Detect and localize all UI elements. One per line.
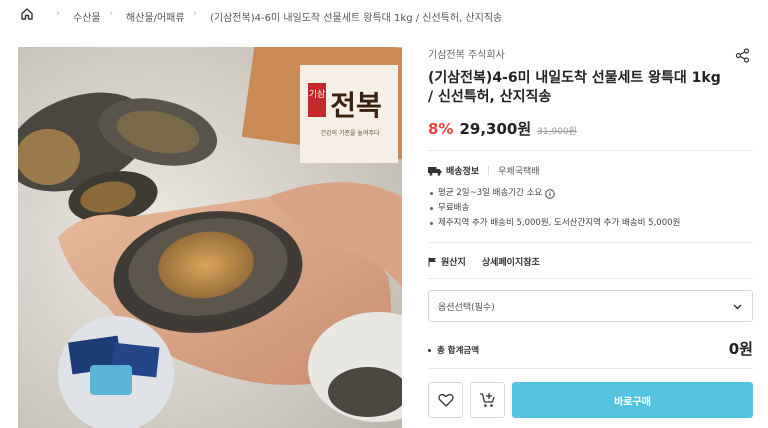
breadcrumb-chevron-icon: › [56, 8, 60, 19]
bullet [428, 348, 431, 352]
breadcrumb-chevron-icon: › [193, 8, 197, 19]
shipping-info: 배송정보 | 우체국택배 [428, 164, 540, 177]
breadcrumb-item-category[interactable]: 수산물 [73, 9, 101, 24]
heart-icon [437, 393, 454, 407]
shipping-label: 배송정보 [446, 167, 480, 177]
divider [428, 150, 753, 151]
list-item: 무료배송 [430, 201, 680, 216]
share-icon[interactable] [735, 48, 750, 63]
origin-info: 원산지 상세페이지참조 [428, 255, 540, 268]
list-item: 제주지역 추가 배송비 5,000원, 도서산간지역 추가 배송비 5,000원 [430, 216, 680, 231]
shipping-carrier: 우체국택배 [498, 167, 540, 177]
option-placeholder: 옵션선택(필수) [438, 302, 495, 313]
add-to-cart-button[interactable] [470, 382, 505, 418]
breadcrumb: › 수산물 › 해산물/어패류 › (기삼전복)4-6미 내일도착 선물세트 왕… [0, 0, 768, 28]
origin-value: 상세페이지참조 [481, 258, 540, 268]
total-value: 0원 [728, 340, 753, 358]
bullet [430, 222, 433, 225]
logo-small-text: 기삼 [309, 89, 326, 100]
seller-name[interactable]: 기삼전복 주식회사 [428, 46, 505, 61]
info-icon[interactable] [545, 188, 556, 199]
price-row: 8% 29,300원 31,900원 [428, 118, 577, 139]
total-row: 총 합계금액 0원 [428, 338, 753, 362]
divider [428, 278, 753, 279]
brand-logo: 기삼 전복 건강의 기준을 높여주다 [300, 65, 398, 163]
breadcrumb-item-subcategory[interactable]: 해산물/어패류 [126, 9, 185, 24]
buy-now-button[interactable]: 바로구매 [512, 382, 753, 418]
shipping-detail: 무료배송 [438, 203, 470, 213]
breadcrumb-item-product: (기삼전복)4-6미 내일도착 선물세트 왕특대 1kg / 신선특허, 산지직… [210, 13, 503, 24]
total-label: 총 합계금액 [437, 346, 480, 356]
sale-price: 29,300원 [459, 120, 532, 138]
shipping-detail: 제주지역 추가 배송비 5,000원, 도서산간지역 추가 배송비 5,000원 [438, 218, 681, 228]
cart-plus-icon [480, 393, 495, 407]
logo-tagline: 건강의 기준을 높여주다 [320, 129, 379, 137]
origin-label: 원산지 [441, 258, 466, 268]
list-item: 평균 2일~3일 배송기간 소요 [430, 186, 680, 201]
breadcrumb-chevron-icon: › [109, 8, 113, 19]
bullet [430, 207, 433, 210]
home-icon[interactable] [20, 7, 34, 21]
option-select[interactable]: 옵션선택(필수) [428, 290, 753, 322]
discount-rate: 8% [428, 120, 454, 138]
flag-icon [428, 257, 436, 266]
original-price: 31,900원 [537, 127, 577, 137]
logo-big-text: 전복 [330, 89, 382, 122]
product-title: (기삼전복)4-6미 내일도착 선물세트 왕특대 1kg / 신선특허, 산지직… [428, 70, 721, 105]
bullet [430, 192, 433, 195]
wishlist-button[interactable] [428, 382, 463, 418]
product-image[interactable]: 기삼 전복 건강의 기준을 높여주다 [18, 47, 402, 428]
divider [428, 242, 753, 243]
truck-icon [428, 166, 442, 176]
shipping-detail: 평균 2일~3일 배송기간 소요 [438, 188, 543, 198]
chevron-down-icon [733, 304, 742, 310]
divider [428, 368, 753, 369]
separator: | [487, 165, 491, 176]
shipping-details: 평균 2일~3일 배송기간 소요 무료배송 제주지역 추가 배송비 5,000원… [430, 186, 680, 231]
